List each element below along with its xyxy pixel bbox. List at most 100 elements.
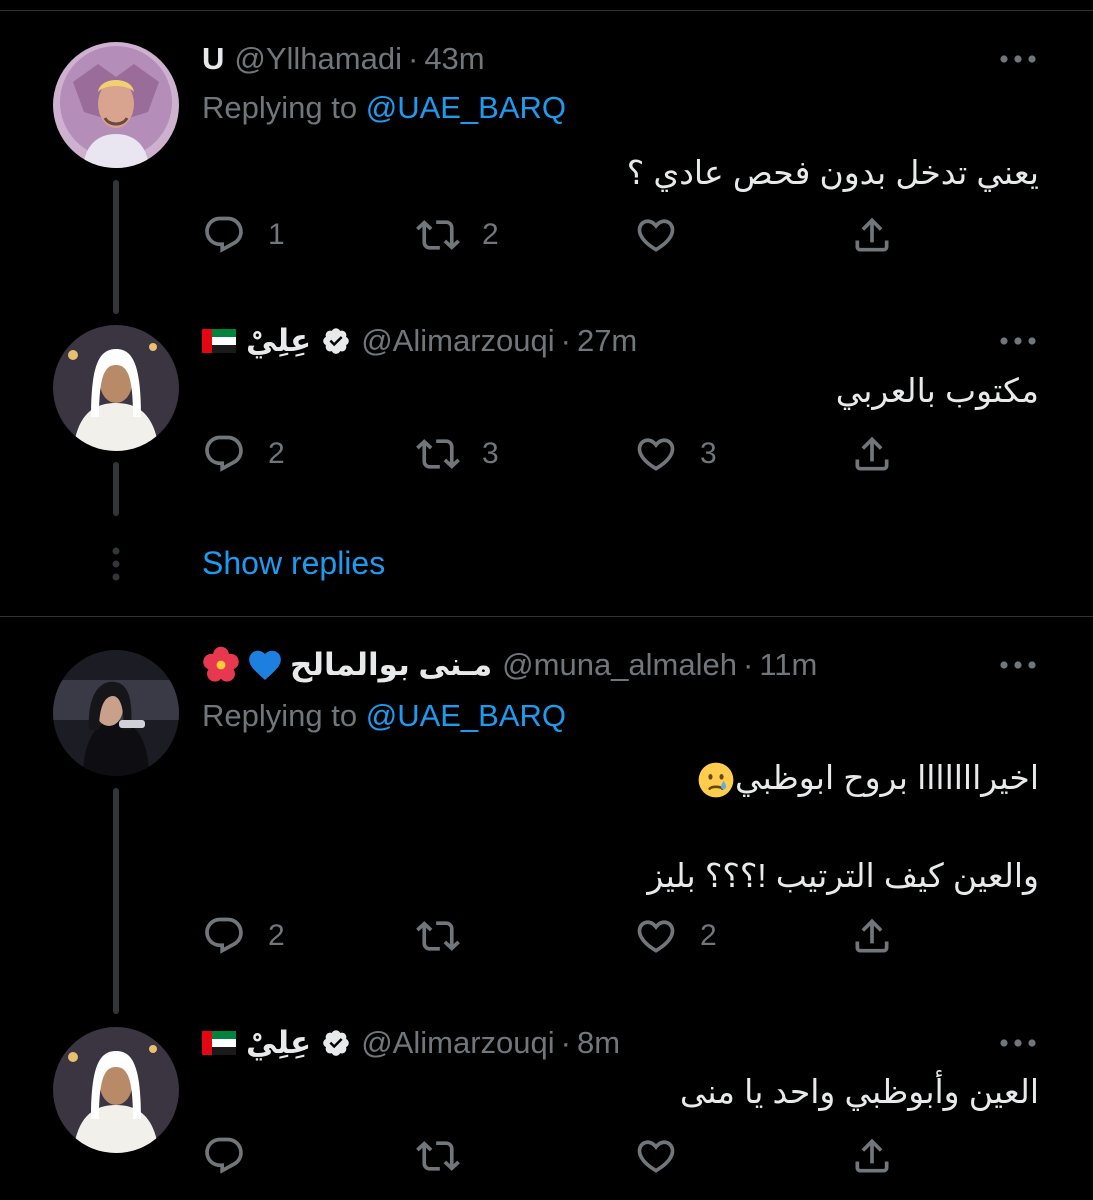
tweet-header: عِلِيْ @Alimarzouqi · 27m [202, 321, 637, 361]
timestamp[interactable]: 11m [759, 647, 817, 683]
avatar-image-yllhamadi [53, 42, 179, 168]
retweet-icon [416, 914, 460, 958]
reply-count: 1 [268, 218, 285, 251]
avatar-image-alimarzouqi [53, 1027, 179, 1153]
reply-button[interactable]: 2 [202, 914, 285, 958]
reply-button[interactable] [202, 1134, 268, 1178]
more-options-icon[interactable] [998, 49, 1038, 69]
retweet-icon [416, 213, 460, 257]
like-icon [634, 1134, 678, 1178]
tweet-text-part: اخيرااااااا بروح ابوظبي [734, 759, 1039, 796]
uae-flag-emoji [202, 1031, 236, 1055]
reply-icon [202, 1134, 246, 1178]
thread-connector-line [113, 462, 119, 516]
share-icon [850, 1134, 894, 1178]
more-options-icon[interactable] [998, 655, 1038, 675]
tweet-text-line-1: اخيرااااااا بروح ابوظبي [683, 758, 1039, 799]
timestamp[interactable]: 43m [424, 41, 484, 77]
reply-icon [202, 213, 246, 257]
like-icon [634, 432, 678, 476]
separator-dot: · [560, 1025, 571, 1060]
retweet-icon [416, 1134, 460, 1178]
tweet-header: مـنى بوالمالح @muna_almaleh · 11m [202, 645, 817, 685]
avatar[interactable] [53, 1027, 179, 1153]
replying-to-label: Replying to [202, 698, 366, 733]
reply-icon [202, 432, 246, 476]
show-replies-link[interactable]: Show replies [202, 545, 385, 582]
top-divider [0, 10, 1093, 11]
tweet-text: العين وأبوظبي واحد يا منى [679, 1073, 1039, 1110]
reply-icon [202, 914, 246, 958]
share-button[interactable] [850, 213, 894, 257]
avatar-image-alimarzouqi [53, 325, 179, 451]
like-count: 2 [700, 919, 717, 952]
replying-to-mention[interactable]: @UAE_BARQ [366, 90, 566, 125]
tweet-header: U @Yllhamadi · 43m [202, 39, 485, 79]
like-count: 3 [700, 437, 717, 470]
reply-button[interactable]: 2 [202, 432, 285, 476]
more-options-icon[interactable] [998, 331, 1038, 351]
conversation-divider [0, 616, 1093, 617]
replying-to-line: Replying to @UAE_BARQ [202, 698, 566, 734]
username-handle[interactable]: @Yllhamadi [234, 41, 402, 77]
display-name[interactable]: U [202, 41, 224, 77]
thread-connector-line [113, 788, 119, 1014]
tweet-text: مكتوب بالعربي [835, 372, 1039, 409]
share-icon [850, 213, 894, 257]
like-button[interactable]: 3 [634, 432, 717, 476]
reply-button[interactable]: 1 [202, 213, 285, 257]
reply-count: 2 [268, 437, 285, 470]
retweet-button[interactable]: 3 [416, 432, 499, 476]
like-button[interactable] [634, 1134, 700, 1178]
tweet-actions: 1 2 [202, 213, 902, 257]
crying-face-emoji [697, 761, 735, 799]
reply-count: 2 [268, 919, 285, 952]
tweet-actions: 2 3 3 [202, 432, 902, 476]
username-handle[interactable]: @Alimarzouqi [361, 323, 554, 359]
tweet-actions: 2 2 [202, 914, 902, 958]
timestamp[interactable]: 27m [577, 323, 637, 359]
like-button[interactable] [634, 213, 700, 257]
retweet-button[interactable] [416, 1134, 482, 1178]
retweet-count: 3 [482, 437, 499, 470]
separator-dot: · [743, 647, 754, 682]
display-name[interactable]: مـنى بوالمالح [290, 647, 492, 683]
tweet-actions [202, 1134, 902, 1178]
display-name[interactable]: عِلِيْ [246, 323, 311, 359]
separator-dot: · [560, 323, 571, 358]
retweet-button[interactable] [416, 914, 482, 958]
retweet-count: 2 [482, 218, 499, 251]
verified-badge-icon [321, 326, 351, 356]
like-icon [634, 213, 678, 257]
username-handle[interactable]: @muna_almaleh [502, 647, 737, 683]
thread-more-dots-icon [112, 547, 120, 581]
avatar[interactable] [53, 650, 179, 776]
display-name[interactable]: عِلِيْ [246, 1025, 311, 1061]
tweet-text: يعني تدخل بدون فحص عادي ؟ [626, 154, 1039, 191]
more-options-icon[interactable] [998, 1033, 1038, 1053]
like-icon [634, 914, 678, 958]
separator-dot: · [407, 41, 419, 76]
share-icon [850, 432, 894, 476]
timestamp[interactable]: 8m [577, 1025, 620, 1061]
thread-connector-line [113, 180, 119, 314]
retweet-icon [416, 432, 460, 476]
tweet-header: عِلِيْ @Alimarzouqi · 8m [202, 1023, 620, 1063]
share-button[interactable] [850, 914, 894, 958]
replying-to-label: Replying to [202, 90, 366, 125]
avatar[interactable] [53, 325, 179, 451]
username-handle[interactable]: @Alimarzouqi [361, 1025, 554, 1061]
tweet-text-line-2: والعين كيف الترتيب !؟؟؟ بليز [647, 857, 1039, 894]
replying-to-mention[interactable]: @UAE_BARQ [366, 698, 566, 733]
share-icon [850, 914, 894, 958]
blue-heart-emoji [246, 646, 284, 684]
share-button[interactable] [850, 432, 894, 476]
avatar-image-muna [53, 650, 179, 776]
share-button[interactable] [850, 1134, 894, 1178]
hibiscus-emoji [202, 646, 240, 684]
verified-badge-icon [321, 1028, 351, 1058]
avatar[interactable] [53, 42, 179, 168]
replying-to-line: Replying to @UAE_BARQ [202, 90, 566, 126]
like-button[interactable]: 2 [634, 914, 717, 958]
retweet-button[interactable]: 2 [416, 213, 499, 257]
